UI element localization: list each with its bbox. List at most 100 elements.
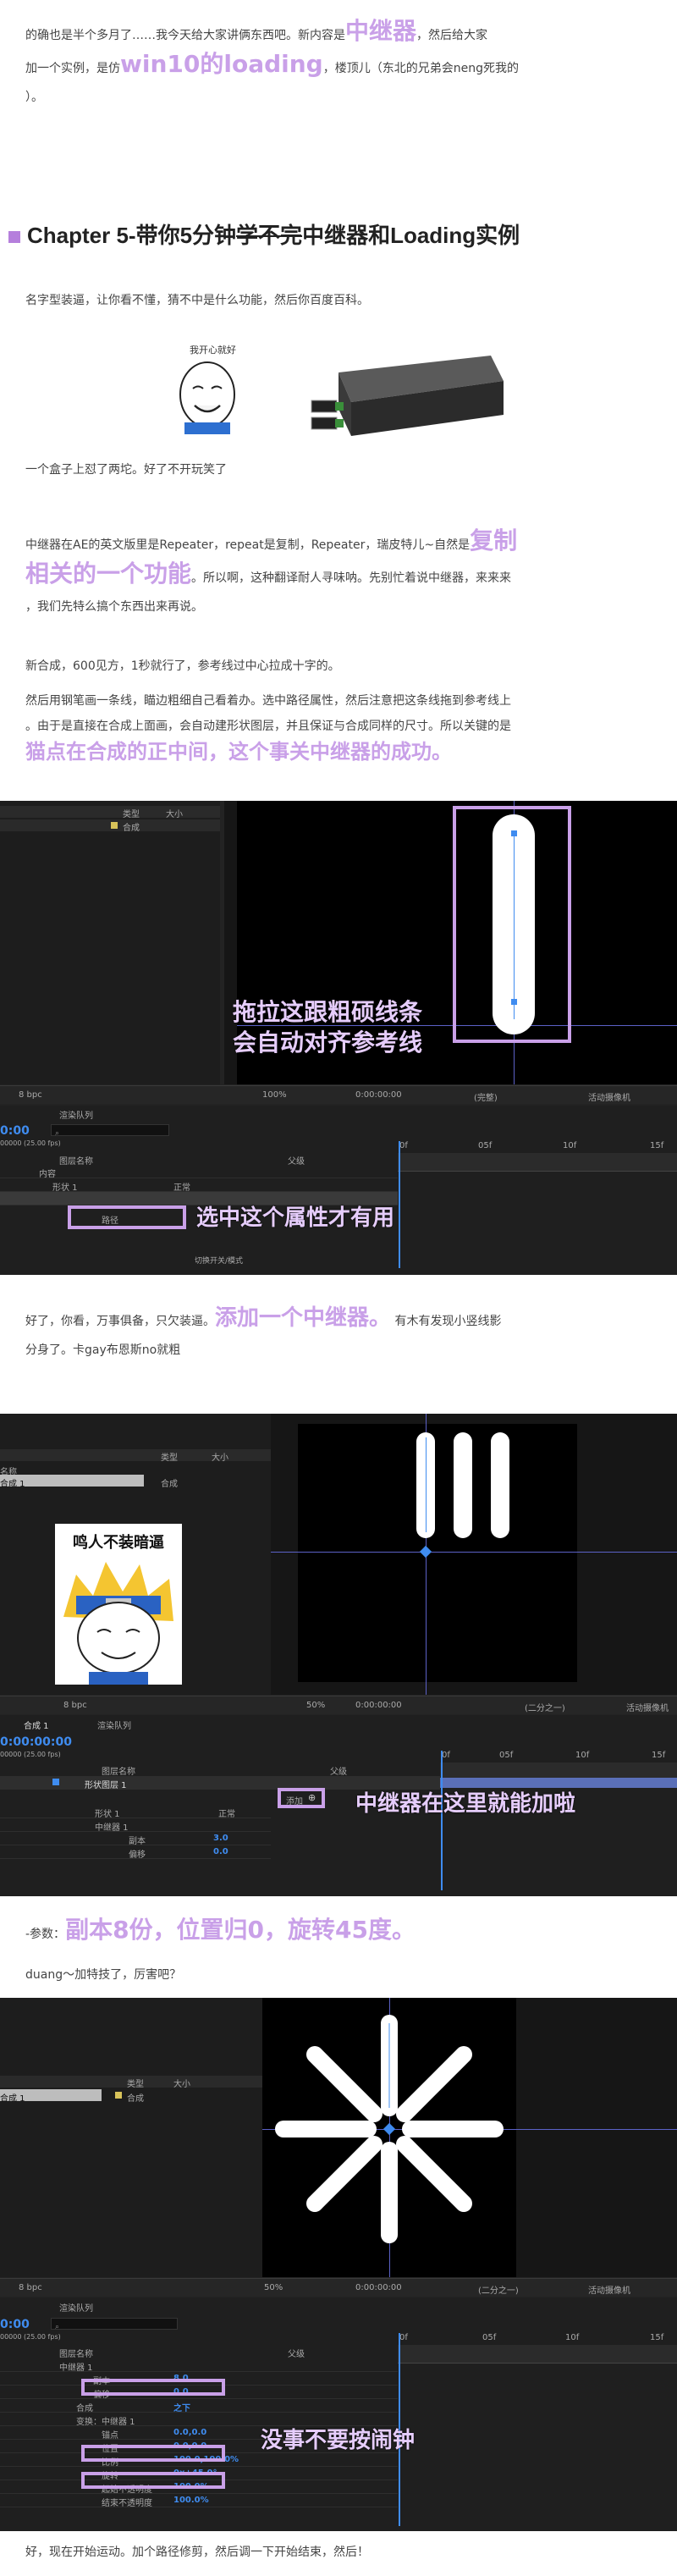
camera-select[interactable]: 活动摄像机	[588, 1090, 630, 1103]
project-panel: 类型 大小 合成	[0, 801, 220, 1084]
ruler-tick: 0f	[442, 1751, 450, 1760]
layer-name: 形状图层 1	[85, 1781, 127, 1790]
repeater-text: 中继器在AE的英文版里是Repeater，repeat是复制，Repeater，…	[25, 538, 471, 552]
resolution-select[interactable]: (二分之一)	[478, 2283, 519, 2296]
ruler-tick: 10f	[565, 2333, 580, 2342]
add-text: 分身了。卡gay布恩斯no就粗	[25, 1343, 181, 1357]
row-path-label[interactable]: 路径	[102, 1213, 118, 1226]
add-text: 好了，你看，万事俱备，只欠装逼。	[25, 1315, 215, 1328]
property-row[interactable]: 结束不透明度 100.0%	[0, 2494, 398, 2508]
intro-text: ）。	[25, 91, 43, 104]
chapter-suffix: 中继器和Loading实例	[302, 223, 520, 248]
white-line-copy	[491, 1432, 509, 1538]
timecode[interactable]: 0:00:00:00	[0, 1735, 72, 1749]
property-value[interactable]: 0.0,0.0	[173, 2428, 206, 2437]
chapter-bullet	[8, 231, 20, 244]
tab-render-queue[interactable]: 渲染队列	[59, 1108, 93, 1121]
time-ruler[interactable]	[398, 2345, 677, 2364]
ruler-tick: 15f	[650, 2333, 664, 2342]
col-layer-name: 图层名称	[59, 2350, 93, 2359]
paragraph-comp: 新合成，600见方，1秒就行了，参考线过中心拉成十字的。	[25, 659, 340, 673]
meme-happy: 我开心就好	[169, 343, 254, 436]
row-repeater[interactable]: 中继器 1	[0, 1818, 271, 1833]
params-prefix: -参数：	[25, 1928, 66, 1941]
ruler-tick: 05f	[482, 2333, 497, 2342]
viewer-time[interactable]: 0:00:00:00	[355, 2283, 402, 2292]
add-button[interactable]: 添加	[286, 1794, 303, 1807]
toggle-switches[interactable]: 切换开关/模式	[195, 1255, 243, 1266]
row-shape[interactable]: 形状 1 正常	[0, 1805, 271, 1819]
copies-value[interactable]: 3.0	[213, 1834, 228, 1843]
bpc-label[interactable]: 8 bpc	[63, 1701, 87, 1710]
row-label: 副本	[129, 1837, 146, 1846]
path-point-top[interactable]	[511, 830, 517, 836]
repeater-text: 。所以啊，这种翻译耐人寻味呐。先别忙着说中继器，来来来	[191, 571, 512, 585]
tab-render-queue[interactable]: 渲染队列	[59, 2301, 93, 2314]
project-panel: 类型 大小 合成 1 合成	[0, 1998, 262, 2277]
property-label: 锚点	[102, 2431, 118, 2441]
meme-face-icon	[179, 361, 235, 434]
row-shape[interactable]: 形状 1 正常	[0, 1178, 398, 1193]
current-time-indicator[interactable]	[399, 1141, 400, 1268]
timecode[interactable]: 0:00	[0, 1124, 30, 1138]
viewer-time[interactable]: 0:00:00:00	[355, 1701, 402, 1710]
zoom-select[interactable]: 100%	[262, 1090, 287, 1100]
row-mode[interactable]: 正常	[173, 1180, 190, 1193]
project-item[interactable]: 合成 1	[0, 1475, 144, 1489]
property-row[interactable]: 合成 之下	[0, 2399, 398, 2413]
tab-comp[interactable]: 合成 1	[24, 1718, 49, 1731]
time-ruler[interactable]	[398, 1153, 677, 1172]
property-value[interactable]: 之下	[173, 2401, 190, 2413]
paragraph-box: 一个盒子上怼了两坨。好了不开玩笑了	[25, 463, 227, 477]
meme-caption: 我开心就好	[190, 345, 236, 356]
timecode[interactable]: 0:00	[0, 2318, 30, 2331]
comp-viewer[interactable]	[262, 1998, 677, 2277]
resolution-select[interactable]: (二分之一)	[525, 1701, 565, 1713]
bpc-label[interactable]: 8 bpc	[19, 2283, 42, 2292]
zoom-select[interactable]: 50%	[306, 1701, 325, 1710]
search-input[interactable]: ⌕	[51, 1124, 169, 1138]
row-mode[interactable]: 正常	[218, 1807, 235, 1819]
add-text: 有木有发现小竖线影	[394, 1315, 502, 1328]
intro-text: ，楼顶儿（东北的兄弟会neng死我的	[322, 62, 519, 75]
paragraph-naming: 名字型装逼，让你看不懂，猜不中是什么功能，然后你百度百科。	[25, 294, 369, 307]
ruler-tick: 15f	[652, 1751, 666, 1760]
ruler-tick: 10f	[575, 1751, 590, 1760]
col-layer-name: 图层名称	[102, 1768, 135, 1777]
project-item[interactable]: 合成	[0, 819, 220, 833]
row-copies[interactable]: 副本 3.0	[0, 1832, 271, 1846]
paragraph-add: 好了，你看，万事俱备，只欠装逼。添加一个中继器。 有木有发现小竖线影 分身了。卡…	[25, 1304, 652, 1365]
quality-select[interactable]: (完整)	[474, 1090, 498, 1103]
comp-icon	[115, 2092, 122, 2099]
comp-viewer[interactable]	[271, 1414, 677, 1695]
ae-screenshot-1: 类型 大小 合成 拖拉这跟粗硕线条 会自动对齐参考线 8 bpc 100% 0:…	[0, 801, 677, 1275]
zoom-select[interactable]: 50%	[264, 2283, 283, 2292]
meme-naruto: 鸣人不装暗逼	[55, 1524, 182, 1685]
row-offset[interactable]: 偏移 0.0	[0, 1845, 271, 1860]
camera-select[interactable]: 活动摄像机	[588, 2283, 630, 2296]
tab-render-queue[interactable]: 渲染队列	[97, 1718, 131, 1731]
chapter-heading: Chapter 5-带你5分钟学不完中继器和Loading实例	[8, 218, 520, 250]
naruto-face-icon	[63, 1562, 173, 1685]
path-line	[514, 833, 515, 1019]
ruler-tick: 15f	[650, 1141, 664, 1150]
property-value[interactable]: 100.0%	[173, 2496, 209, 2505]
viewer-time[interactable]: 0:00:00:00	[355, 1090, 402, 1100]
project-item[interactable]: 合成 1	[0, 2089, 102, 2104]
paragraph-duang: duang～加特技了，厉害吧？	[25, 1968, 182, 1982]
repeater-highlight: 相关的一个功能	[25, 560, 192, 587]
add-menu-icon[interactable]: ⊕	[308, 1792, 316, 1803]
offset-value[interactable]: 0.0	[213, 1847, 228, 1856]
comp-viewer[interactable]: 拖拉这跟粗硕线条 会自动对齐参考线	[224, 801, 677, 1084]
search-input[interactable]: ⌕	[51, 2318, 178, 2331]
bpc-label[interactable]: 8 bpc	[19, 1090, 42, 1100]
item-name: 合成 1	[0, 2094, 25, 2104]
row-contents[interactable]: 内容	[0, 1165, 398, 1179]
current-time-indicator[interactable]	[441, 1751, 443, 1890]
col-type: 类型	[123, 810, 140, 819]
ruler-tick: 0f	[399, 2333, 408, 2342]
annotation-snap: 拖拉这跟粗硕线条 会自动对齐参考线	[233, 998, 423, 1056]
path-point-bottom[interactable]	[511, 999, 517, 1005]
camera-select[interactable]: 活动摄像机	[626, 1701, 669, 1713]
property-row[interactable]: 中继器 1	[0, 2358, 398, 2373]
